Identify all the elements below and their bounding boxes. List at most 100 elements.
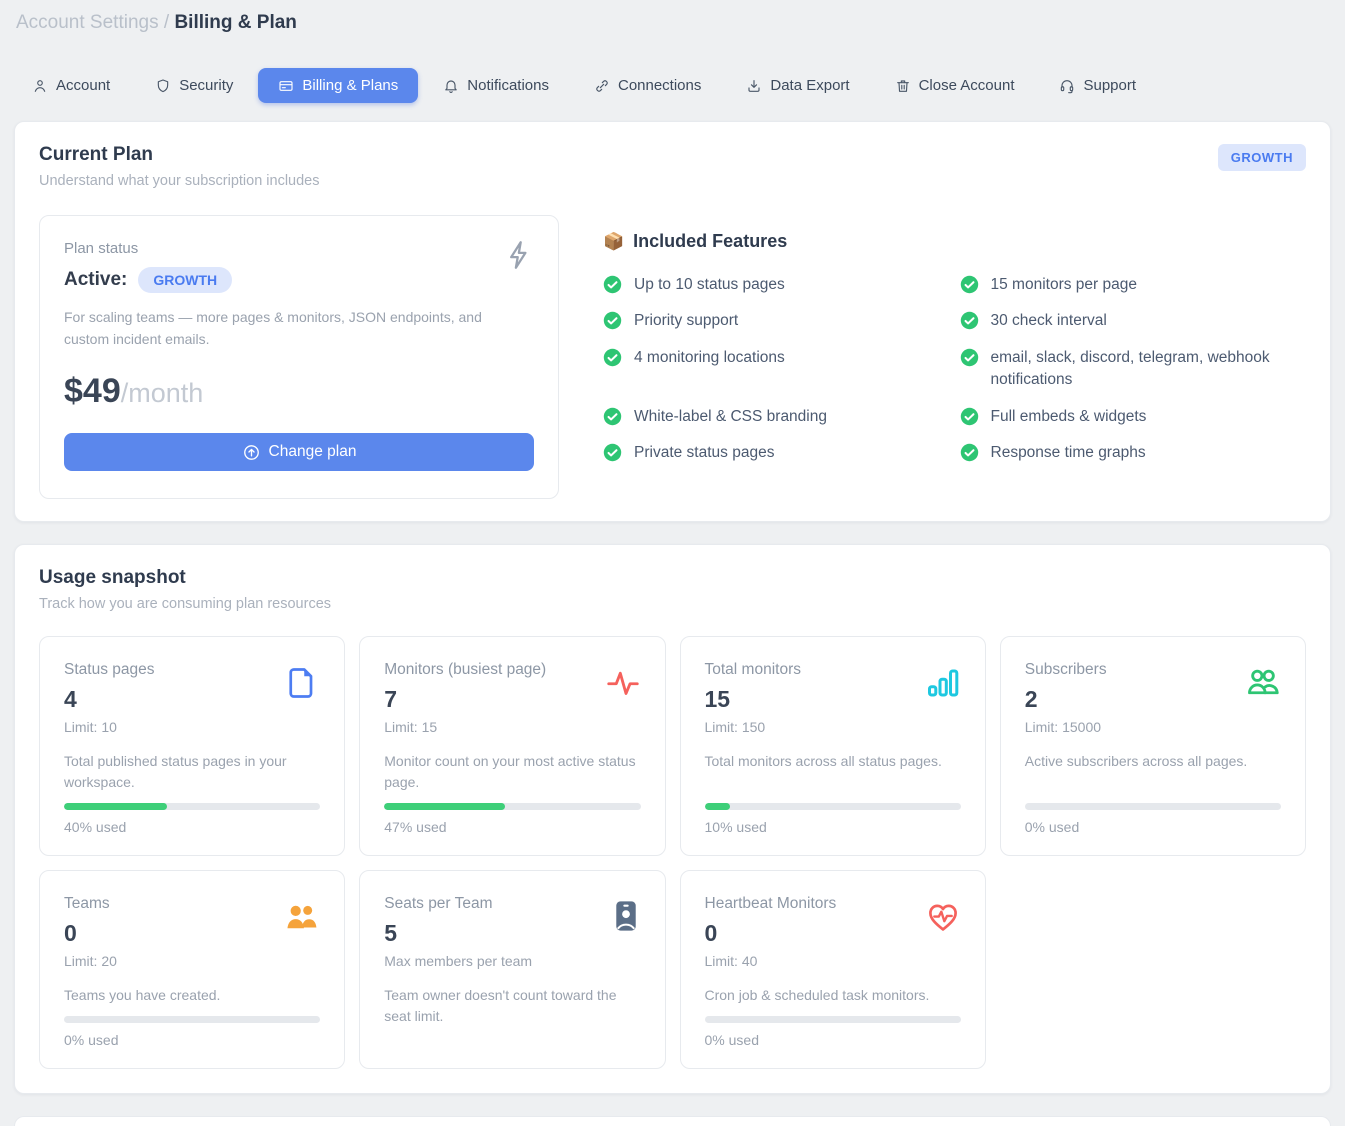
usage-grid: Status pages 4 Limit: 10 Total published…: [39, 636, 1306, 1069]
tab-billing-plans[interactable]: Billing & Plans: [258, 68, 418, 103]
progress-track: [384, 803, 640, 810]
feature-label: 4 monitoring locations: [634, 347, 785, 369]
plan-price: $49/month: [64, 372, 534, 411]
usage-card-limit: Limit: 40: [705, 953, 837, 969]
current-plan-subtitle: Understand what your subscription includ…: [39, 173, 319, 189]
usage-card-value: 5: [384, 920, 532, 947]
usage-card-value: 15: [705, 686, 801, 713]
person-icon: [32, 78, 48, 94]
plan-status-value: Active:: [64, 269, 127, 291]
usage-card-status-pages: Status pages 4 Limit: 10 Total published…: [39, 636, 345, 856]
progress-track: [64, 803, 320, 810]
feature-item: 4 monitoring locations: [603, 347, 950, 392]
plan-content-row: Plan status Active: GROWTH For scaling t…: [39, 215, 1306, 499]
feature-item: White-label & CSS branding: [603, 406, 950, 428]
tab-data-export[interactable]: Data Export: [746, 68, 849, 103]
usage-card-title: Heartbeat Monitors: [705, 895, 837, 913]
usage-card-percent: 47% used: [384, 819, 640, 835]
tab-label: Billing & Plans: [302, 77, 398, 94]
usage-card-description: Team owner doesn't count toward the seat…: [384, 985, 640, 1048]
tab-connections[interactable]: Connections: [594, 68, 701, 103]
tab-notifications[interactable]: Notifications: [443, 68, 549, 103]
file-icon: [284, 665, 320, 701]
progress-track: [1025, 803, 1281, 810]
tab-security[interactable]: Security: [155, 68, 233, 103]
progress-fill: [64, 803, 167, 810]
breadcrumb: Account Settings / Billing & Plan: [14, 0, 1331, 34]
bell-icon: [443, 78, 459, 94]
check-circle-icon: [603, 275, 622, 294]
feature-item: Private status pages: [603, 442, 950, 464]
usage-card-title: Teams: [64, 895, 117, 913]
feature-label: Priority support: [634, 310, 738, 332]
settings-tabbar: Account Security Billing & Plans Notific…: [14, 34, 1331, 115]
tab-label: Connections: [618, 77, 701, 94]
usage-subtitle: Track how you are consuming plan resourc…: [39, 596, 1306, 612]
current-plan-title: Current Plan: [39, 144, 319, 166]
price-amount: $49: [64, 372, 121, 410]
package-icon: 📦: [603, 232, 624, 252]
bar-chart-icon: [925, 665, 961, 701]
id-badge-icon: [611, 899, 641, 933]
arrow-up-circle-icon: [242, 443, 261, 462]
feature-label: Response time graphs: [991, 442, 1146, 464]
progress-track: [64, 1016, 320, 1023]
usage-card-title: Subscribers: [1025, 661, 1107, 679]
price-period: /month: [121, 378, 204, 408]
usage-card-title: Monitors (busiest page): [384, 661, 546, 679]
plan-badge: GROWTH: [1218, 144, 1306, 171]
included-features: 📦 Included Features Up to 10 status page…: [603, 215, 1306, 499]
change-plan-button[interactable]: Change plan: [64, 433, 534, 471]
plan-status-badge: GROWTH: [138, 267, 232, 293]
headset-icon: [1059, 78, 1075, 94]
tab-account[interactable]: Account: [32, 68, 110, 103]
usage-card-description: Teams you have created.: [64, 985, 320, 1006]
usage-card-value: 0: [64, 920, 117, 947]
usage-snapshot-card: Usage snapshot Track how you are consumi…: [14, 544, 1331, 1094]
tab-label: Security: [179, 77, 233, 94]
current-plan-card: Current Plan Understand what your subscr…: [14, 121, 1331, 522]
feature-label: 30 check interval: [991, 310, 1107, 332]
feature-label: email, slack, discord, telegram, webhook…: [991, 347, 1307, 392]
tab-label: Support: [1083, 77, 1136, 94]
usage-card-percent: 0% used: [1025, 819, 1281, 835]
heart-pulse-icon: [925, 899, 961, 935]
trash-icon: [895, 78, 911, 94]
features-heading: Included Features: [633, 231, 787, 252]
usage-card-description: Total published status pages in your wor…: [64, 751, 320, 793]
feature-label: Private status pages: [634, 442, 774, 464]
progress-track: [705, 803, 961, 810]
tab-support[interactable]: Support: [1059, 68, 1136, 103]
usage-card-description: Total monitors across all status pages.: [705, 751, 961, 793]
lightning-icon: [502, 238, 536, 272]
check-circle-icon: [960, 407, 979, 426]
usage-card-description: Active subscribers across all pages.: [1025, 751, 1281, 793]
page-title: Billing & Plan: [174, 12, 296, 33]
usage-card-value: 2: [1025, 686, 1107, 713]
usage-card-limit: Max members per team: [384, 953, 532, 969]
usage-card-percent: 40% used: [64, 819, 320, 835]
usage-card-title: Seats per Team: [384, 895, 532, 913]
feature-item: email, slack, discord, telegram, webhook…: [960, 347, 1307, 392]
usage-card-title: Total monitors: [705, 661, 801, 679]
feature-label: White-label & CSS branding: [634, 406, 827, 428]
usage-card-percent: 0% used: [705, 1032, 961, 1048]
check-circle-icon: [960, 311, 979, 330]
usage-card-description: Monitor count on your most active status…: [384, 751, 640, 793]
tab-label: Data Export: [770, 77, 849, 94]
breadcrumb-section[interactable]: Account Settings /: [16, 12, 169, 33]
usage-card-value: 0: [705, 920, 837, 947]
pulse-icon: [605, 665, 641, 701]
feature-item: 15 monitors per page: [960, 274, 1307, 296]
feature-item: Response time graphs: [960, 442, 1307, 464]
usage-card-heartbeat-monitors: Heartbeat Monitors 0 Limit: 40 Cron job …: [680, 870, 986, 1069]
plan-description: For scaling teams — more pages & monitor…: [64, 307, 484, 350]
feature-label: Full embeds & widgets: [991, 406, 1147, 428]
usage-card-title: Status pages: [64, 661, 154, 679]
users-icon: [1245, 665, 1281, 701]
check-circle-icon: [960, 275, 979, 294]
feature-label: Up to 10 status pages: [634, 274, 785, 296]
current-plan-header: Current Plan Understand what your subscr…: [39, 144, 1306, 189]
usage-card-description: Cron job & scheduled task monitors.: [705, 985, 961, 1006]
tab-close-account[interactable]: Close Account: [895, 68, 1015, 103]
